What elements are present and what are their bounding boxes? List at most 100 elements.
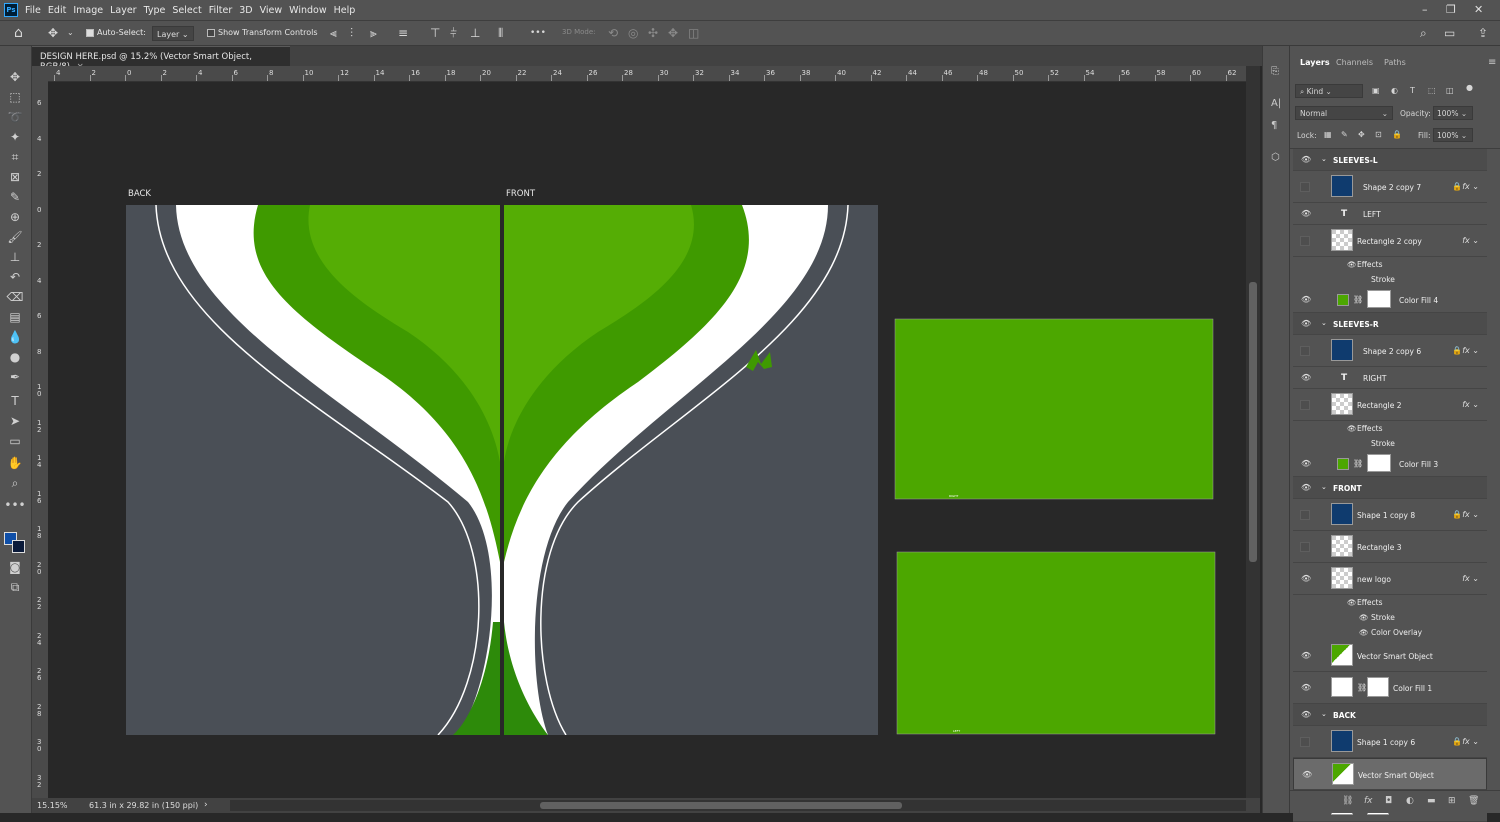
layer-row[interactable]: 👁 T RIGHT	[1293, 367, 1487, 389]
minimize-icon[interactable]: –	[1422, 3, 1428, 16]
layer-group[interactable]: 👁 ⌄ BACK	[1293, 704, 1487, 726]
blend-mode-dropdown[interactable]: Normal ⌄	[1295, 106, 1393, 120]
lasso-tool-icon[interactable]: ➰	[4, 108, 26, 126]
visibility-eye-icon[interactable]: 👁	[1301, 373, 1311, 382]
layer-thumbnail[interactable]	[1331, 503, 1353, 525]
visibility-toggle[interactable]	[1300, 510, 1310, 520]
workspace-icon[interactable]: ▭	[1444, 27, 1455, 39]
add-style-icon[interactable]: fx	[1364, 796, 1373, 806]
hand-tool-icon[interactable]: ✋	[4, 454, 26, 472]
fx-icon[interactable]: fx ⌄	[1462, 236, 1479, 245]
lock-position-icon[interactable]: ✥	[1358, 130, 1365, 139]
layer-row[interactable]: 👁 ⛓ Color Fill 3	[1293, 451, 1487, 477]
visibility-toggle[interactable]	[1300, 182, 1310, 192]
fx-icon[interactable]: fx ⌄	[1462, 182, 1479, 191]
mask-thumbnail[interactable]	[1367, 454, 1391, 472]
layer-row[interactable]: 👁 Vector Smart Object	[1293, 758, 1487, 790]
align-bottom-icon[interactable]: ⊥	[470, 27, 480, 39]
tool-preset-chevron-icon[interactable]: ⌄	[67, 27, 74, 39]
layer-effect-row[interactable]: 👁 Effects	[1293, 595, 1487, 610]
effects-eye-icon[interactable]: 👁	[1347, 598, 1357, 607]
menu-filter[interactable]: Filter	[209, 5, 233, 16]
vertical-ruler[interactable]: 6 4 2 0 2 4 6 8 1 0 1 2 1 4 1 6 1 8 2 0 2 2 2 4 2 6 2 8 3 …	[32, 82, 48, 798]
align-hcenter-icon[interactable]: ⫶	[350, 27, 353, 39]
add-mask-icon[interactable]: ◘	[1385, 796, 1392, 806]
effects-eye-icon[interactable]: 👁	[1347, 424, 1357, 433]
screen-mode-icon[interactable]: ⧉	[4, 578, 26, 596]
menu-view[interactable]: View	[260, 5, 283, 16]
restore-icon[interactable]: ❐	[1446, 3, 1456, 16]
move-tool-icon[interactable]: ✥	[4, 68, 26, 86]
chevron-down-icon[interactable]: ⌄	[1321, 155, 1327, 163]
character-panel-icon[interactable]: A|	[1271, 98, 1281, 109]
move-tool-icon[interactable]: ✥	[48, 27, 58, 39]
more-options-icon[interactable]: •••	[530, 27, 546, 39]
tab-paths[interactable]: Paths	[1384, 58, 1406, 67]
align-top-icon[interactable]: ⊤	[430, 27, 440, 39]
menu-type[interactable]: Type	[144, 5, 166, 16]
layer-effect-row[interactable]: Stroke	[1293, 436, 1487, 451]
filter-adjust-icon[interactable]: ◐	[1391, 86, 1398, 95]
fill-color-thumbnail[interactable]	[1337, 458, 1349, 470]
frame-tool-icon[interactable]: ⊠	[4, 168, 26, 186]
tab-layers[interactable]: Layers	[1300, 58, 1330, 67]
blur-tool-icon[interactable]: 💧	[4, 328, 26, 346]
layer-row[interactable]: 👁 new logo fx ⌄	[1293, 563, 1487, 595]
3d-pan-icon[interactable]: ✣	[648, 27, 658, 39]
dodge-tool-icon[interactable]: ●	[4, 348, 26, 366]
canvas-area[interactable]: BACK FRONT RIGHT LEFT	[48, 82, 1246, 798]
back-artboard-label[interactable]: BACK	[128, 189, 151, 199]
menu-help[interactable]: Help	[334, 5, 356, 16]
panel-menu-icon[interactable]: ≡	[1488, 57, 1496, 68]
visibility-eye-icon[interactable]: 👁	[1301, 710, 1311, 719]
layer-thumbnail[interactable]	[1331, 175, 1353, 197]
close-window-icon[interactable]: ✕	[1474, 3, 1483, 16]
menu-select[interactable]: Select	[172, 5, 201, 16]
visibility-eye-icon[interactable]: 👁	[1301, 651, 1311, 660]
visibility-eye-icon[interactable]: 👁	[1301, 574, 1311, 583]
auto-select-dropdown[interactable]: Layer ⌄	[152, 26, 194, 41]
filter-toggle-icon[interactable]: ●	[1466, 83, 1473, 92]
marquee-tool-icon[interactable]: ⬚	[4, 88, 26, 106]
align-vcenter-icon[interactable]: ⫩	[450, 27, 457, 39]
layer-thumbnail[interactable]	[1331, 393, 1353, 415]
edit-toolbar-icon[interactable]: •••	[4, 496, 26, 514]
background-color-swatch[interactable]	[12, 540, 25, 553]
3d-slide-icon[interactable]: ✥	[668, 27, 678, 39]
share-icon[interactable]: ⇪	[1478, 27, 1488, 39]
lock-transparent-icon[interactable]: ▦	[1324, 130, 1332, 139]
layer-group[interactable]: 👁 ⌄ FRONT	[1293, 477, 1487, 499]
lock-artboard-icon[interactable]: ⊡	[1375, 130, 1382, 139]
layer-row[interactable]: Shape 1 copy 6 🔒 fx ⌄	[1293, 726, 1487, 758]
visibility-eye-icon[interactable]: 👁	[1301, 319, 1311, 328]
magic-wand-tool-icon[interactable]: ✦	[4, 128, 26, 146]
vertical-scrollbar[interactable]	[1246, 66, 1260, 798]
delete-layer-icon[interactable]: 🗑	[1468, 796, 1479, 806]
menu-edit[interactable]: Edit	[48, 5, 66, 16]
3d-scale-icon[interactable]: ◫	[688, 27, 699, 39]
layer-row[interactable]: 👁 ⛓ Color Fill 4	[1293, 287, 1487, 313]
horizontal-ruler[interactable]: 4 2 0 2 4 6 8 10 12 14 16 18 20 22 24 26 28 30 32 34 36 38 40 4…	[48, 66, 1246, 82]
3d-orbit-icon[interactable]: ⟲	[608, 27, 618, 39]
layer-effect-row[interactable]: 👁 Color Overlay	[1293, 625, 1487, 640]
rectangle-tool-icon[interactable]: ▭	[4, 432, 26, 450]
stamp-tool-icon[interactable]: ⊥	[4, 248, 26, 266]
effect-eye-icon[interactable]: 👁	[1359, 628, 1369, 637]
search-icon[interactable]: ⌕	[1420, 27, 1427, 39]
lock-pixels-icon[interactable]: ✎	[1341, 130, 1348, 139]
layer-row[interactable]: 👁 T LEFT	[1293, 203, 1487, 225]
distribute-icon[interactable]: ≡	[398, 27, 408, 39]
effects-eye-icon[interactable]: 👁	[1347, 260, 1357, 269]
document-tab[interactable]: DESIGN HERE.psd @ 15.2% (Vector Smart Ob…	[32, 46, 290, 72]
layer-row[interactable]: Rectangle 3	[1293, 531, 1487, 563]
vertical-scroll-thumb[interactable]	[1249, 282, 1257, 562]
layer-effect-row[interactable]: 👁 Stroke	[1293, 610, 1487, 625]
fill-field[interactable]: 100% ⌄	[1433, 128, 1473, 142]
type-tool-icon[interactable]: T	[4, 392, 26, 410]
visibility-toggle[interactable]	[1300, 737, 1310, 747]
visibility-toggle[interactable]	[1300, 542, 1310, 552]
fx-icon[interactable]: fx ⌄	[1462, 737, 1479, 746]
layer-effect-row[interactable]: 👁 Effects	[1293, 257, 1487, 272]
visibility-eye-icon[interactable]: 👁	[1301, 209, 1311, 218]
new-group-icon[interactable]: ▬	[1427, 796, 1436, 806]
